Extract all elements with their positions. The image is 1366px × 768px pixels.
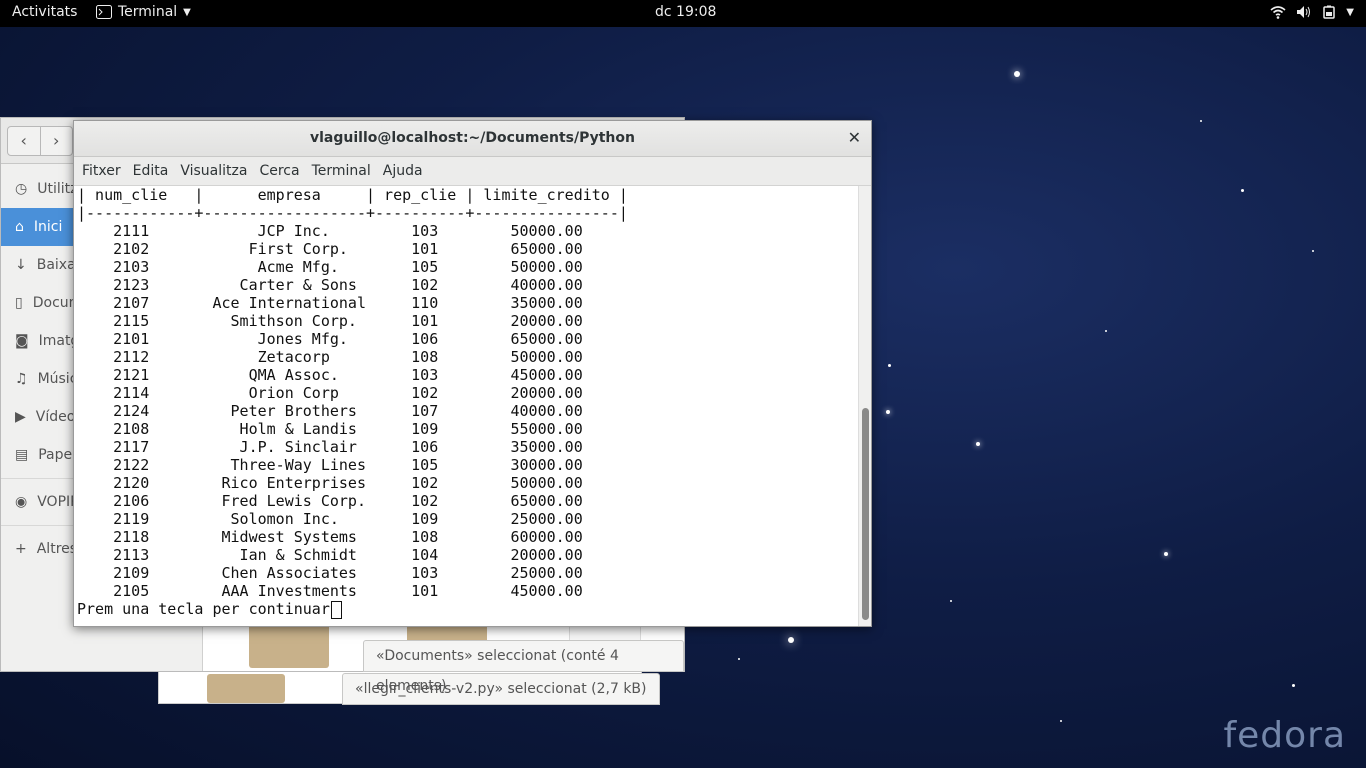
terminal-icon: [96, 5, 112, 19]
wifi-icon: [1270, 6, 1286, 19]
output-line: 2109 Chen Associates 103 25000.00: [77, 564, 583, 582]
star: [1241, 189, 1244, 192]
app-menu[interactable]: Terminal ▼: [96, 4, 191, 20]
text-cursor: [330, 600, 342, 619]
music-icon: ♫: [15, 371, 28, 387]
folder-icon: [249, 624, 329, 668]
output-line: 2102 First Corp. 101 65000.00: [77, 240, 583, 258]
status-bar-folder: «Documents» seleccionat (conté 4 element…: [363, 640, 684, 694]
sidebar-item-label: Músic: [37, 371, 78, 387]
output-line: 2107 Ace International 110 35000.00: [77, 294, 583, 312]
star: [1014, 71, 1020, 77]
star: [888, 364, 891, 367]
output-line: 2113 Ian & Schmidt 104 20000.00: [77, 546, 583, 564]
output-line: 2108 Holm & Landis 109 55000.00: [77, 420, 583, 438]
terminal-menubar: Fitxer Edita Visualitza Cerca Terminal A…: [74, 157, 871, 186]
forward-button[interactable]: ›: [41, 127, 73, 155]
plus-icon: +: [15, 541, 27, 557]
prompt-line: Prem una tecla per continuar: [77, 600, 342, 619]
scrollbar[interactable]: [858, 186, 871, 626]
prompt-text: Prem una tecla per continuar: [77, 600, 330, 618]
sidebar-item-label: Baixa: [36, 257, 76, 273]
star: [1164, 552, 1168, 556]
camera-icon: ◙: [15, 333, 29, 349]
chevron-down-icon: ▼: [183, 6, 191, 18]
output-line: 2111 JCP Inc. 103 50000.00: [77, 222, 583, 240]
sidebar-item-label: Utilitz: [37, 181, 78, 197]
output-line: 2123 Carter & Sons 102 40000.00: [77, 276, 583, 294]
download-icon: ↓: [15, 257, 27, 273]
chevron-down-icon: ▼: [1346, 6, 1354, 18]
drive-icon: ◉: [15, 494, 28, 510]
sidebar-item-label: Inici: [33, 219, 63, 235]
terminal-window[interactable]: vlaguillo@localhost:~/Documents/Python ✕…: [73, 120, 872, 627]
nav-buttons: ‹ ›: [7, 126, 73, 156]
back-button[interactable]: ‹: [8, 127, 41, 155]
output-line: 2119 Solomon Inc. 109 25000.00: [77, 510, 583, 528]
sidebar-item-label: Paper: [38, 447, 78, 463]
clock[interactable]: dc 19:08: [655, 4, 716, 20]
output-line: 2121 QMA Assoc. 103 45000.00: [77, 366, 583, 384]
output-line: 2105 AAA Investments 101 45000.00: [77, 582, 583, 600]
menu-help[interactable]: Ajuda: [377, 163, 429, 179]
folder-icon: [207, 674, 285, 703]
fedora-logo: fedora: [1223, 715, 1346, 756]
output-line: 2122 Three-Way Lines 105 30000.00: [77, 456, 583, 474]
system-tray[interactable]: ▼: [1270, 5, 1354, 19]
top-bar: Activitats Terminal ▼ dc 19:08 ▼: [0, 0, 1366, 27]
star: [1200, 120, 1202, 122]
menu-edit[interactable]: Edita: [127, 163, 175, 179]
output-line: 2114 Orion Corp 102 20000.00: [77, 384, 583, 402]
star: [1292, 684, 1295, 687]
window-title: vlaguillo@localhost:~/Documents/Python: [310, 130, 635, 146]
video-icon: ▶: [15, 409, 26, 425]
sidebar-item-label: Altres: [36, 541, 78, 557]
output-line: 2115 Smithson Corp. 101 20000.00: [77, 312, 583, 330]
output-line: 2101 Jones Mfg. 106 65000.00: [77, 330, 583, 348]
recent-icon: ◷: [15, 181, 28, 197]
volume-icon: [1297, 6, 1311, 18]
output-line: 2124 Peter Brothers 107 40000.00: [77, 402, 583, 420]
star: [950, 600, 952, 602]
battery-icon: [1323, 5, 1336, 19]
activities-button[interactable]: Activitats: [12, 4, 77, 20]
star: [1312, 250, 1314, 252]
terminal-output[interactable]: | num_clie | empresa | rep_clie | limite…: [74, 186, 859, 626]
star: [976, 442, 980, 446]
terminal-titlebar[interactable]: vlaguillo@localhost:~/Documents/Python ✕: [74, 121, 871, 157]
menu-terminal[interactable]: Terminal: [306, 163, 377, 179]
output-line: | num_clie | empresa | rep_clie | limite…: [77, 186, 628, 204]
menu-file[interactable]: Fitxer: [76, 163, 127, 179]
output-line: 2106 Fred Lewis Corp. 102 65000.00: [77, 492, 583, 510]
sidebar-item-label: Vídeo: [35, 409, 76, 425]
output-line: 2117 J.P. Sinclair 106 35000.00: [77, 438, 583, 456]
star: [886, 410, 890, 414]
output-line: |------------+------------------+-------…: [77, 204, 628, 222]
output-line: 2118 Midwest Systems 108 60000.00: [77, 528, 583, 546]
star: [738, 658, 740, 660]
output-line: 2103 Acme Mfg. 105 50000.00: [77, 258, 583, 276]
menu-search[interactable]: Cerca: [253, 163, 305, 179]
home-icon: ⌂: [15, 219, 24, 235]
menu-view[interactable]: Visualitza: [174, 163, 253, 179]
star: [1060, 720, 1062, 722]
document-icon: ▯: [15, 295, 23, 311]
scrollbar-thumb[interactable]: [862, 408, 869, 620]
output-line: 2112 Zetacorp 108 50000.00: [77, 348, 583, 366]
trash-icon: ▤: [15, 447, 29, 463]
output-line: 2120 Rico Enterprises 102 50000.00: [77, 474, 583, 492]
close-icon[interactable]: ✕: [848, 128, 861, 147]
star: [1105, 330, 1107, 332]
star: [788, 637, 794, 643]
app-menu-label: Terminal: [118, 4, 178, 20]
